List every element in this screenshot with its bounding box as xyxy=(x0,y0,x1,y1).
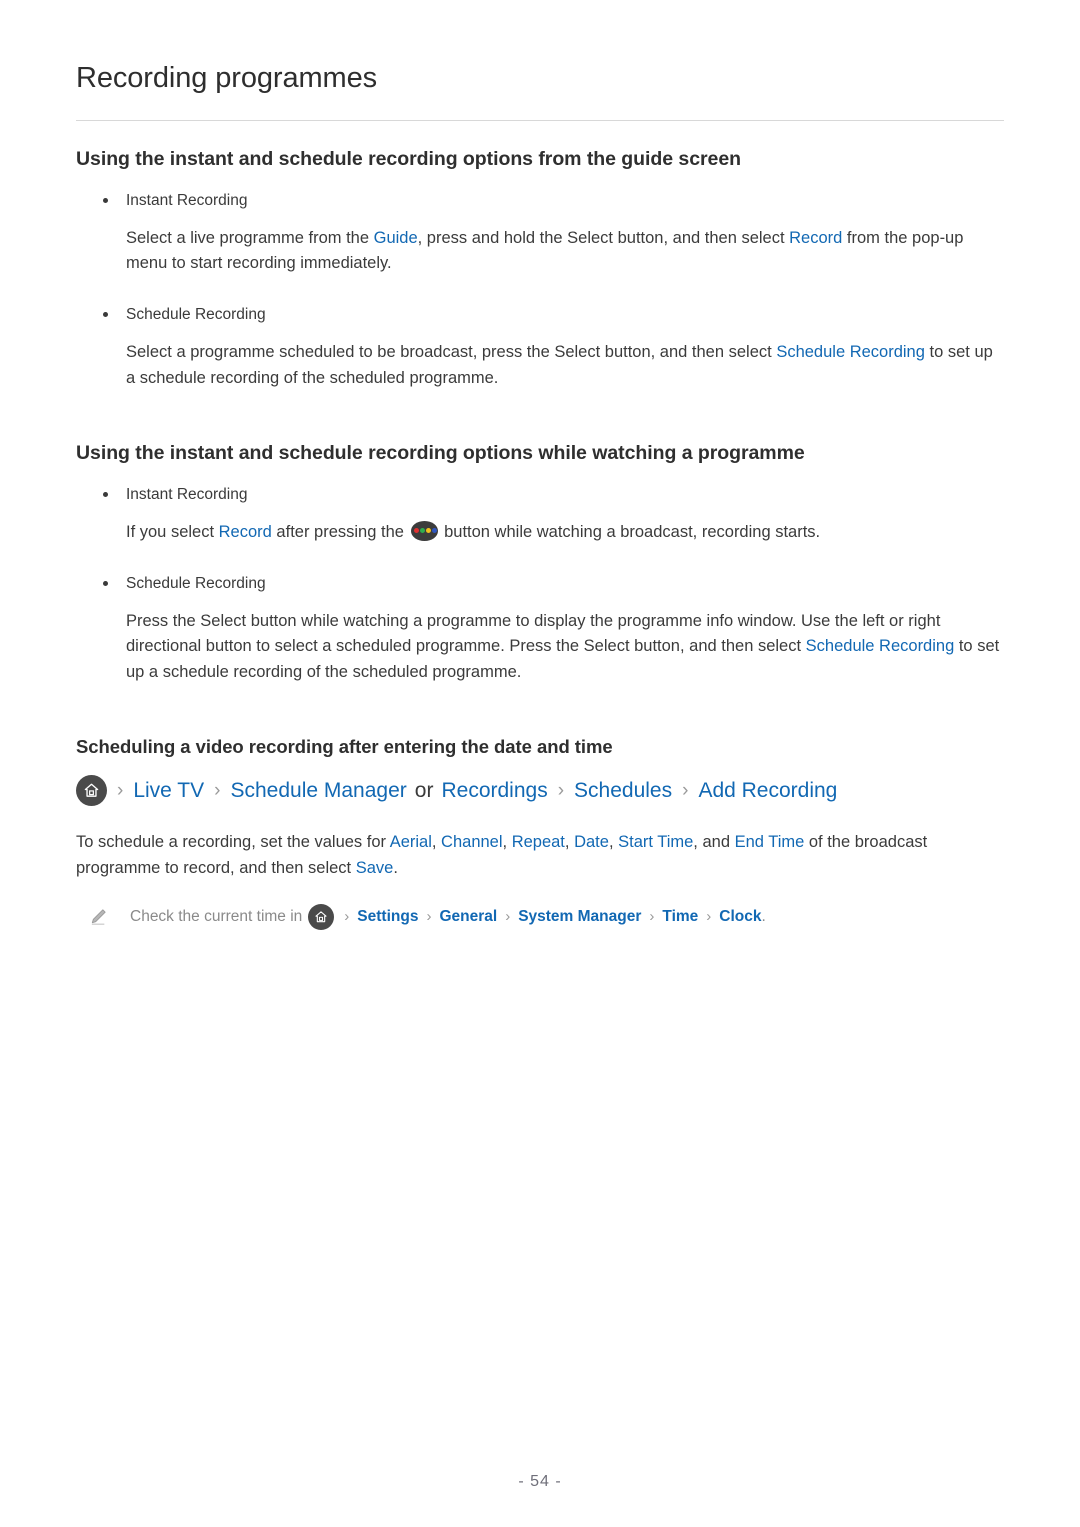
link-save[interactable]: Save xyxy=(356,859,394,877)
list-item-label: Instant Recording xyxy=(126,191,248,209)
link-record[interactable]: Record xyxy=(219,523,272,541)
breadcrumb-separator: › xyxy=(426,908,432,926)
paragraph-schedule-recording-guide: Select a programme scheduled to be broad… xyxy=(76,340,1004,391)
section-heading: Scheduling a video recording after enter… xyxy=(76,736,613,758)
list-item: Instant Recording xyxy=(76,189,1004,212)
breadcrumb-item-live-tv[interactable]: Live TV xyxy=(133,778,204,803)
link-record[interactable]: Record xyxy=(789,229,842,247)
breadcrumb-item-recordings[interactable]: Recordings xyxy=(441,778,547,803)
note-link-clock[interactable]: Clock xyxy=(719,906,761,928)
document-page: Recording programmes Using the instant a… xyxy=(0,0,1080,1527)
text-fragment: , xyxy=(502,833,512,852)
page-title: Recording programmes xyxy=(76,62,378,94)
note-link-settings[interactable]: Settings xyxy=(357,906,418,928)
dot-blue-icon xyxy=(431,527,437,533)
link-schedule-recording[interactable]: Schedule Recording xyxy=(776,343,925,361)
link-date[interactable]: Date xyxy=(574,833,609,851)
text-fragment: . xyxy=(393,859,398,878)
link-aerial[interactable]: Aerial xyxy=(390,833,432,851)
paragraph-instant-recording-guide: Select a live programme from the Guide, … xyxy=(76,226,1004,277)
dot-yellow-icon xyxy=(425,527,431,533)
breadcrumb-separator: › xyxy=(706,908,712,926)
link-start-time[interactable]: Start Time xyxy=(618,833,693,851)
breadcrumb-item-schedules[interactable]: Schedules xyxy=(574,778,672,803)
link-guide[interactable]: Guide xyxy=(374,229,418,247)
text-fragment: , press and hold the Select button, and … xyxy=(417,228,790,247)
home-icon[interactable] xyxy=(76,775,107,807)
note-link-time[interactable]: Time xyxy=(662,906,698,928)
breadcrumb-separator: › xyxy=(682,779,689,801)
bullet-point-icon xyxy=(103,491,108,497)
section-guide-screen: Using the instant and schedule recording… xyxy=(76,147,1004,391)
link-repeat[interactable]: Repeat xyxy=(512,833,565,851)
dot-green-icon xyxy=(419,527,425,533)
section-heading: Using the instant and schedule recording… xyxy=(76,442,805,465)
page-number: - 54 - xyxy=(518,1473,562,1490)
list-item-label: Instant Recording xyxy=(126,485,248,503)
link-channel[interactable]: Channel xyxy=(441,833,502,851)
list-item-label: Schedule Recording xyxy=(126,305,266,323)
note-callout: Check the current time in › Settings › G… xyxy=(76,903,1004,930)
paragraph-instant-recording-watching: If you select Record after pressing the … xyxy=(76,520,1004,546)
breadcrumb-separator: › xyxy=(344,908,350,926)
colour-buttons-icon xyxy=(410,520,438,541)
note-link-general[interactable]: General xyxy=(439,906,497,928)
paragraph-schedule-recording-watching: Press the Select button while watching a… xyxy=(76,609,1004,686)
text-fragment: , xyxy=(608,833,619,852)
list-item: Schedule Recording xyxy=(76,303,1004,326)
home-icon[interactable] xyxy=(308,903,335,930)
text-fragment: Select a live programme from the xyxy=(126,228,374,247)
bullet-point-icon xyxy=(103,197,108,203)
text-fragment: , xyxy=(431,833,442,852)
breadcrumb-separator: › xyxy=(505,908,511,926)
link-end-time[interactable]: End Time xyxy=(735,833,805,851)
note-text: Check the current time in xyxy=(130,907,303,925)
note-link-system-manager[interactable]: System Manager xyxy=(518,906,641,928)
pencil-icon xyxy=(88,907,108,927)
page-content: Recording programmes Using the instant a… xyxy=(76,60,1004,934)
link-schedule-recording[interactable]: Schedule Recording xyxy=(806,637,955,655)
section-while-watching: Using the instant and schedule recording… xyxy=(76,441,1004,685)
breadcrumb-separator: › xyxy=(117,779,124,801)
paragraph-schedule-values: To schedule a recording, set the values … xyxy=(76,830,1004,881)
section-scheduling-date-time: Scheduling a video recording after enter… xyxy=(76,735,1004,930)
breadcrumb-item-schedule-manager[interactable]: Schedule Manager xyxy=(230,778,406,803)
text-fragment: To schedule a recording, set the values … xyxy=(76,833,390,852)
breadcrumb-item-add-recording[interactable]: Add Recording xyxy=(698,778,837,803)
text-fragment: button while watching a broadcast, recor… xyxy=(439,522,821,541)
breadcrumb-conjunction: or xyxy=(414,779,434,803)
text-fragment: If you select xyxy=(126,522,219,541)
bullet-point-icon xyxy=(103,311,108,317)
text-fragment: , and xyxy=(693,833,735,852)
text-fragment: after pressing the xyxy=(271,522,409,541)
text-fragment: Select a programme scheduled to be broad… xyxy=(126,343,777,362)
list-item: Instant Recording xyxy=(76,483,1004,506)
list-item-label: Schedule Recording xyxy=(126,574,266,592)
note-trailing-period: . xyxy=(761,907,766,925)
breadcrumb-separator: › xyxy=(557,779,565,801)
dot-red-icon xyxy=(413,527,419,533)
bullet-point-icon xyxy=(103,580,108,586)
note-home-icon-wrapper xyxy=(308,903,335,930)
section-heading: Using the instant and schedule recording… xyxy=(76,148,742,171)
breadcrumb-separator: › xyxy=(214,779,221,801)
breadcrumb: › Live TV › Schedule Manager or Recordin… xyxy=(76,775,1004,807)
list-item: Schedule Recording xyxy=(76,572,1004,595)
breadcrumb-separator: › xyxy=(649,908,655,926)
text-fragment: , xyxy=(564,833,575,852)
title-divider xyxy=(76,120,1004,122)
